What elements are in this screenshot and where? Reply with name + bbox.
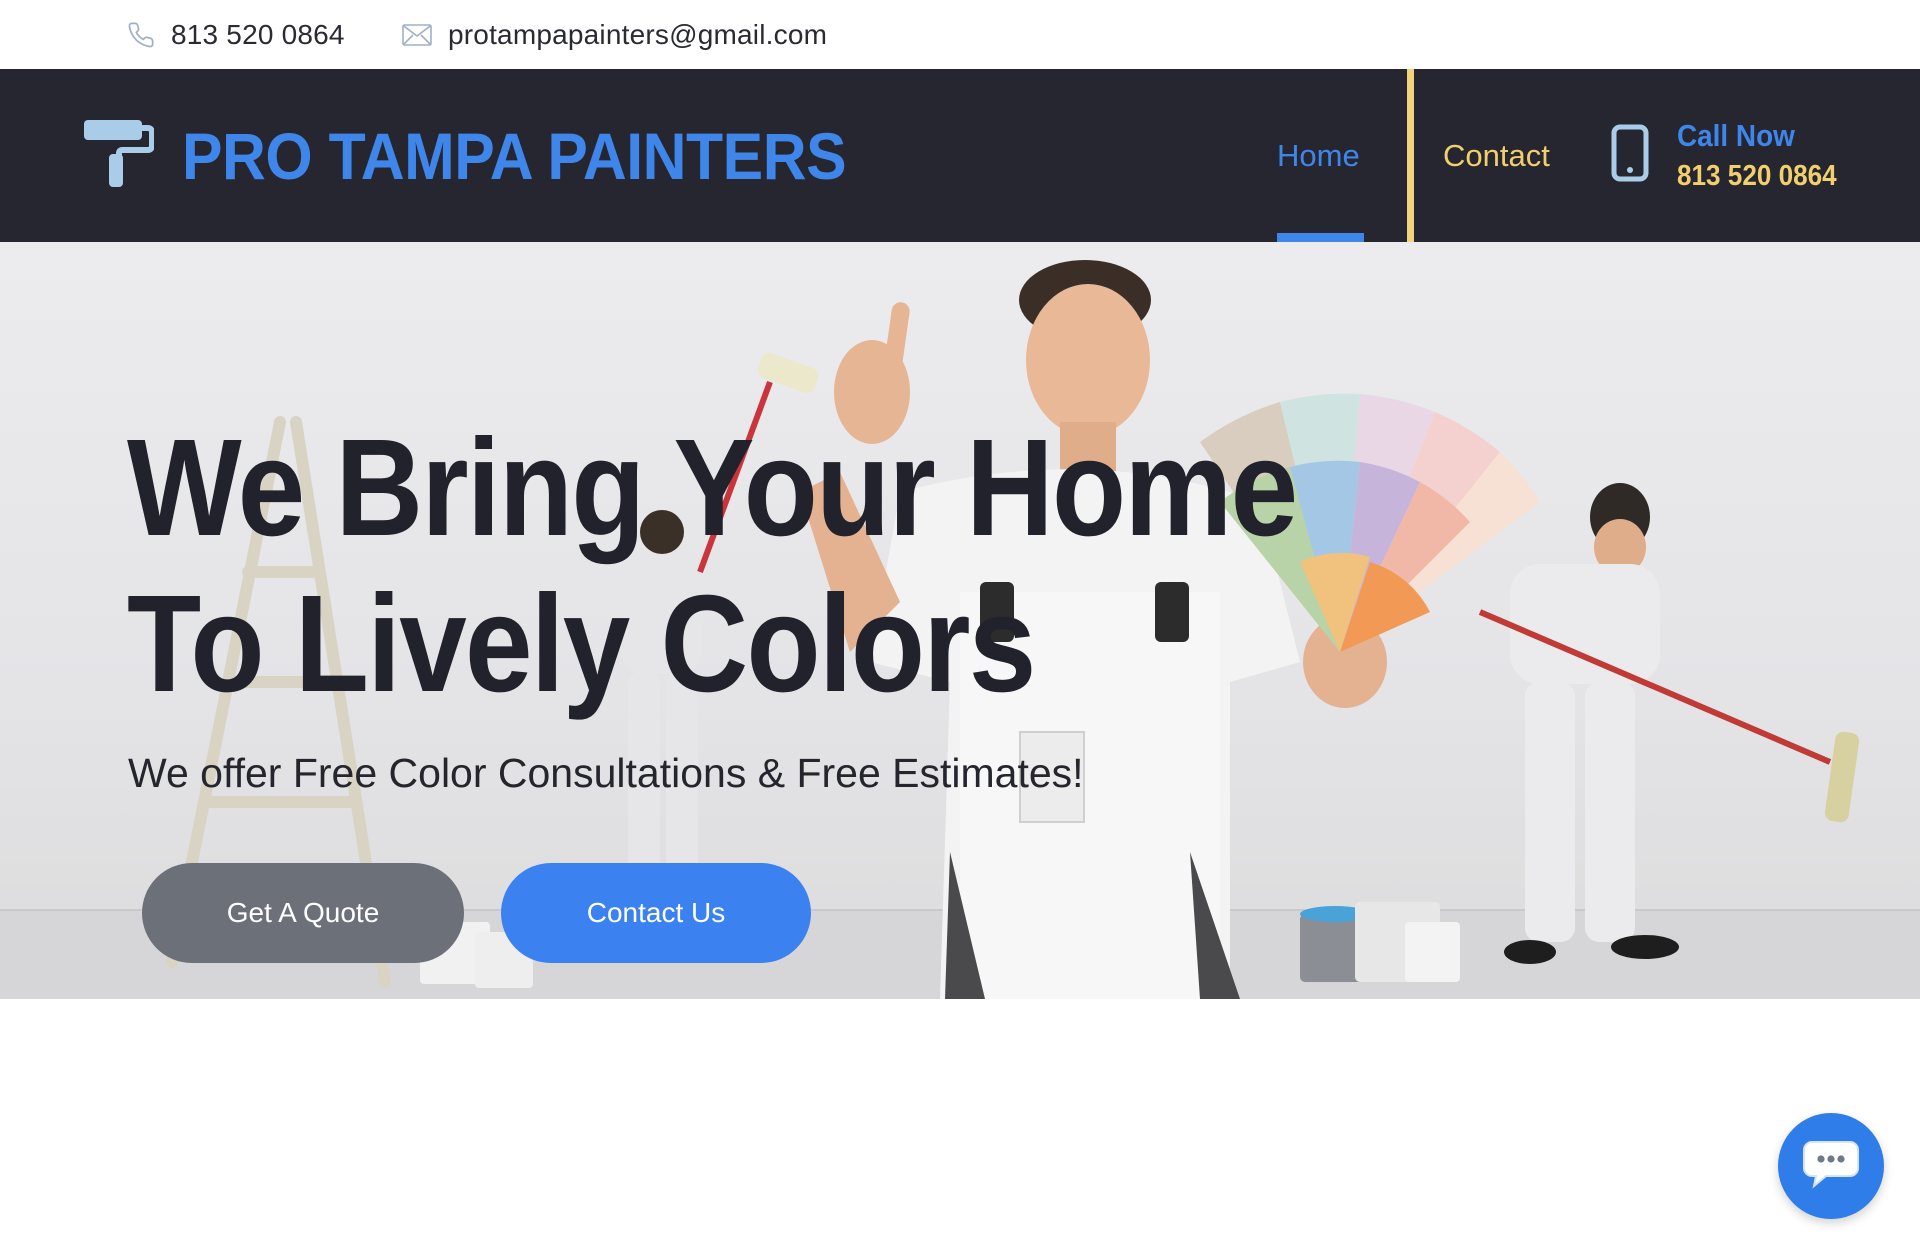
active-nav-indicator [1277, 233, 1364, 242]
mobile-phone-icon [1611, 124, 1649, 187]
nav-divider [1407, 69, 1414, 242]
chat-widget-button[interactable] [1778, 1113, 1884, 1219]
hero-headline-line1: We Bring Your Home [127, 411, 1298, 565]
top-email-link[interactable]: protampapainters@gmail.com [402, 0, 827, 69]
nav-home[interactable]: Home [1277, 69, 1360, 242]
hero-headline-line2: To Lively Colors [127, 567, 1036, 721]
contact-us-button[interactable]: Contact Us [501, 863, 811, 963]
paint-roller-icon [82, 117, 155, 194]
hero-headline: We Bring Your Home To Lively Colors [127, 410, 1298, 722]
envelope-icon [402, 23, 432, 46]
site-header: PRO TAMPA PAINTERS Home Contact Call Now… [0, 69, 1920, 242]
site-logo[interactable]: PRO TAMPA PAINTERS [82, 69, 904, 242]
hero-banner: We Bring Your Home To Lively Colors We o… [0, 242, 1920, 999]
call-now-number: 813 520 0864 [1677, 160, 1837, 192]
call-now-link[interactable]: Call Now 813 520 0864 [1611, 69, 1854, 242]
nav-contact[interactable]: Contact [1443, 69, 1550, 242]
top-phone-number: 813 520 0864 [171, 18, 345, 50]
top-email-address: protampapainters@gmail.com [448, 18, 828, 50]
site-title: PRO TAMPA PAINTERS [182, 118, 847, 193]
call-now-label: Call Now [1677, 118, 1795, 153]
chat-bubble-icon [1802, 1138, 1860, 1195]
get-a-quote-button[interactable]: Get A Quote [142, 863, 464, 963]
hero-subtitle: We offer Free Color Consultations & Free… [128, 750, 1084, 796]
top-phone-link[interactable]: 813 520 0864 [127, 0, 345, 69]
top-contact-bar: 813 520 0864 protampapainters@gmail.com [0, 0, 1920, 69]
phone-icon [127, 21, 155, 49]
